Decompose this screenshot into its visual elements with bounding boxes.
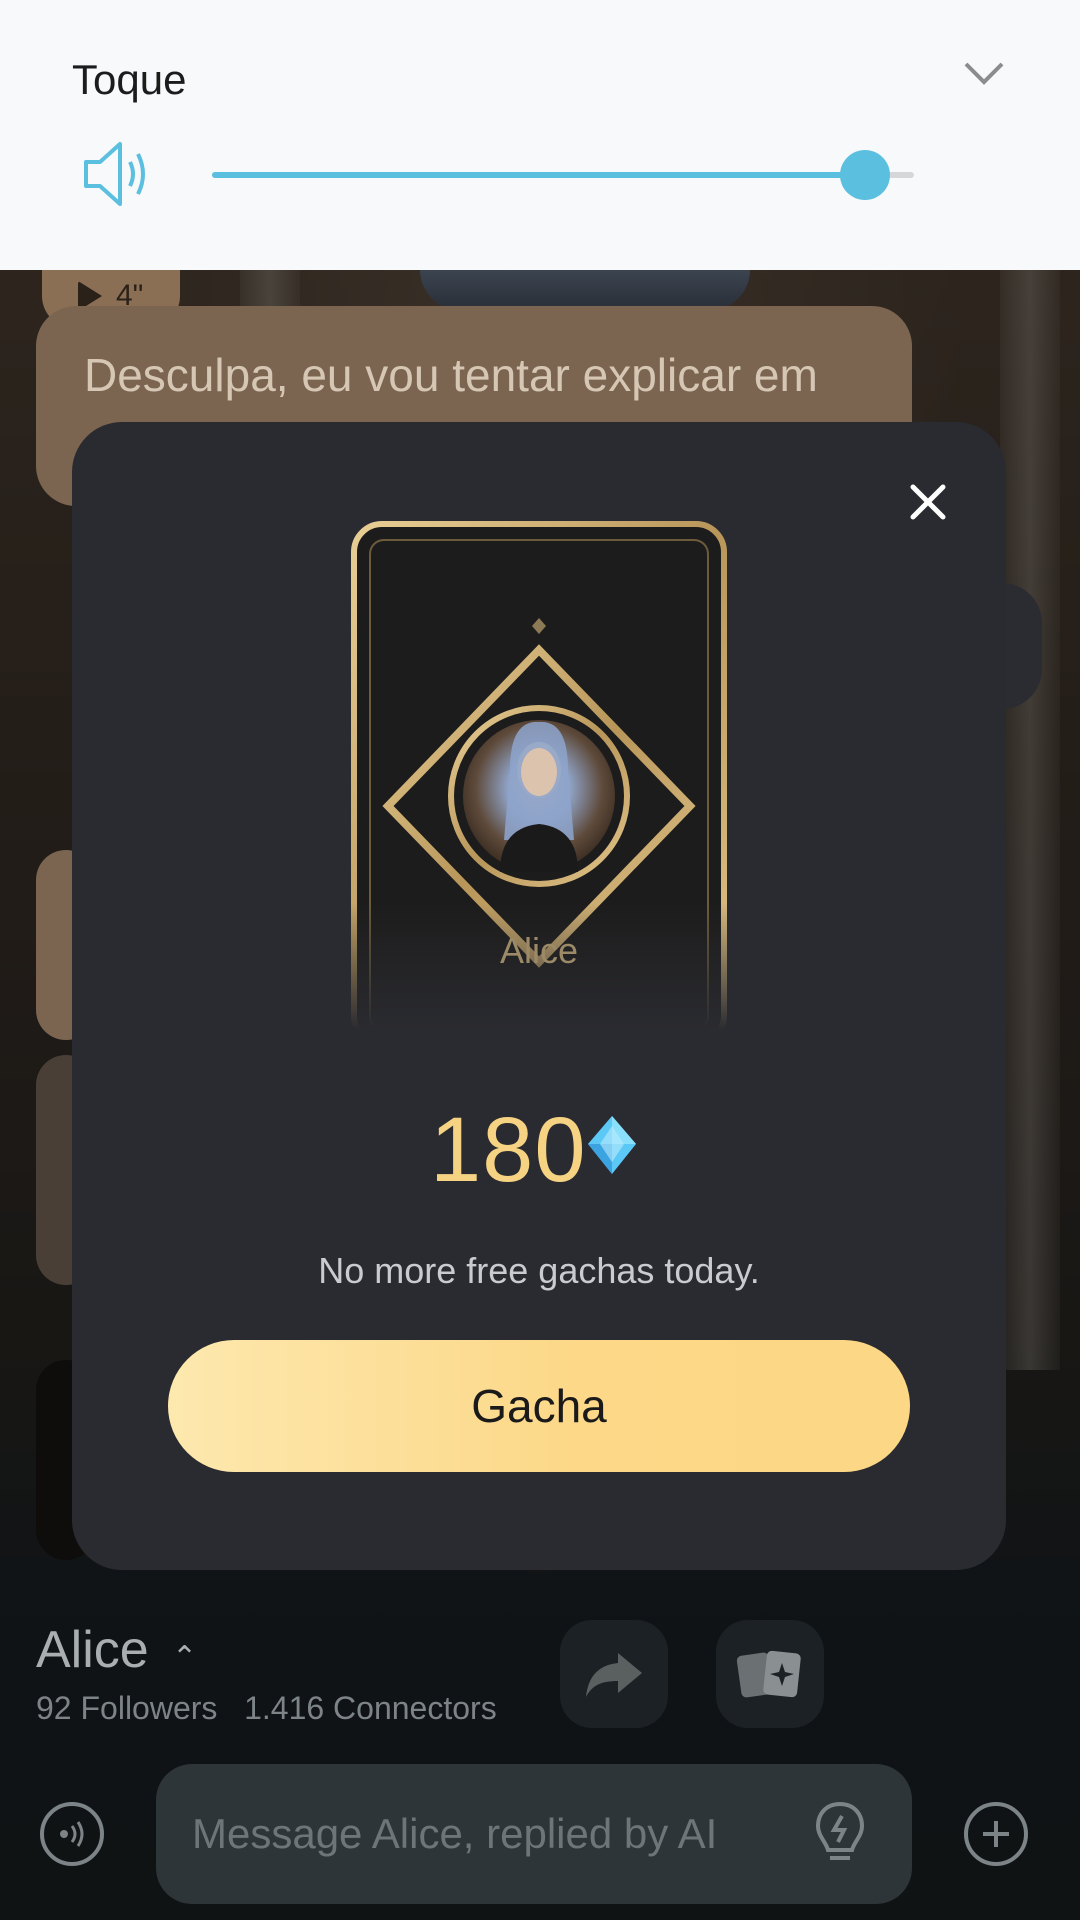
close-icon — [910, 484, 946, 520]
cards-icon — [736, 1650, 801, 1698]
profile-name[interactable]: Alice — [36, 1620, 149, 1680]
close-button[interactable] — [898, 472, 958, 532]
lightbulb-icon[interactable] — [810, 1800, 870, 1868]
gacha-notice: No more free gachas today. — [318, 1250, 760, 1291]
voice-icon — [60, 1821, 84, 1847]
volume-slider[interactable] — [212, 172, 914, 178]
chevron-up-icon[interactable]: ⌃ — [172, 1640, 197, 1675]
volume-slider-thumb[interactable] — [839, 150, 890, 200]
volume-slider-fill — [212, 172, 865, 178]
volume-title: Toque — [72, 56, 187, 103]
plus-button[interactable] — [964, 1802, 1028, 1866]
chevron-down-icon[interactable] — [962, 58, 1006, 88]
gacha-price: 180 — [430, 1099, 587, 1201]
profile-stats: 92 Followers 1.416 Connectors — [36, 1690, 497, 1727]
message-placeholder: Message Alice, replied by AI — [192, 1810, 718, 1857]
gacha-button[interactable]: Gacha — [168, 1340, 910, 1472]
followers-count: 92 Followers — [36, 1690, 218, 1726]
cards-button[interactable] — [716, 1620, 824, 1728]
diamond-gem-icon — [588, 1116, 636, 1174]
share-button[interactable] — [560, 1620, 668, 1728]
card-character-name: Alice — [499, 930, 579, 971]
chat-message-text: Desculpa, eu vou tentar explicar em — [84, 349, 818, 401]
voice-button[interactable] — [40, 1802, 104, 1866]
plus-icon — [983, 1821, 1009, 1847]
volume-panel: Toque — [0, 0, 1080, 270]
share-icon — [586, 1653, 642, 1697]
speaker-icon[interactable] — [82, 138, 158, 210]
connectors-count: 1.416 Connectors — [244, 1690, 497, 1726]
